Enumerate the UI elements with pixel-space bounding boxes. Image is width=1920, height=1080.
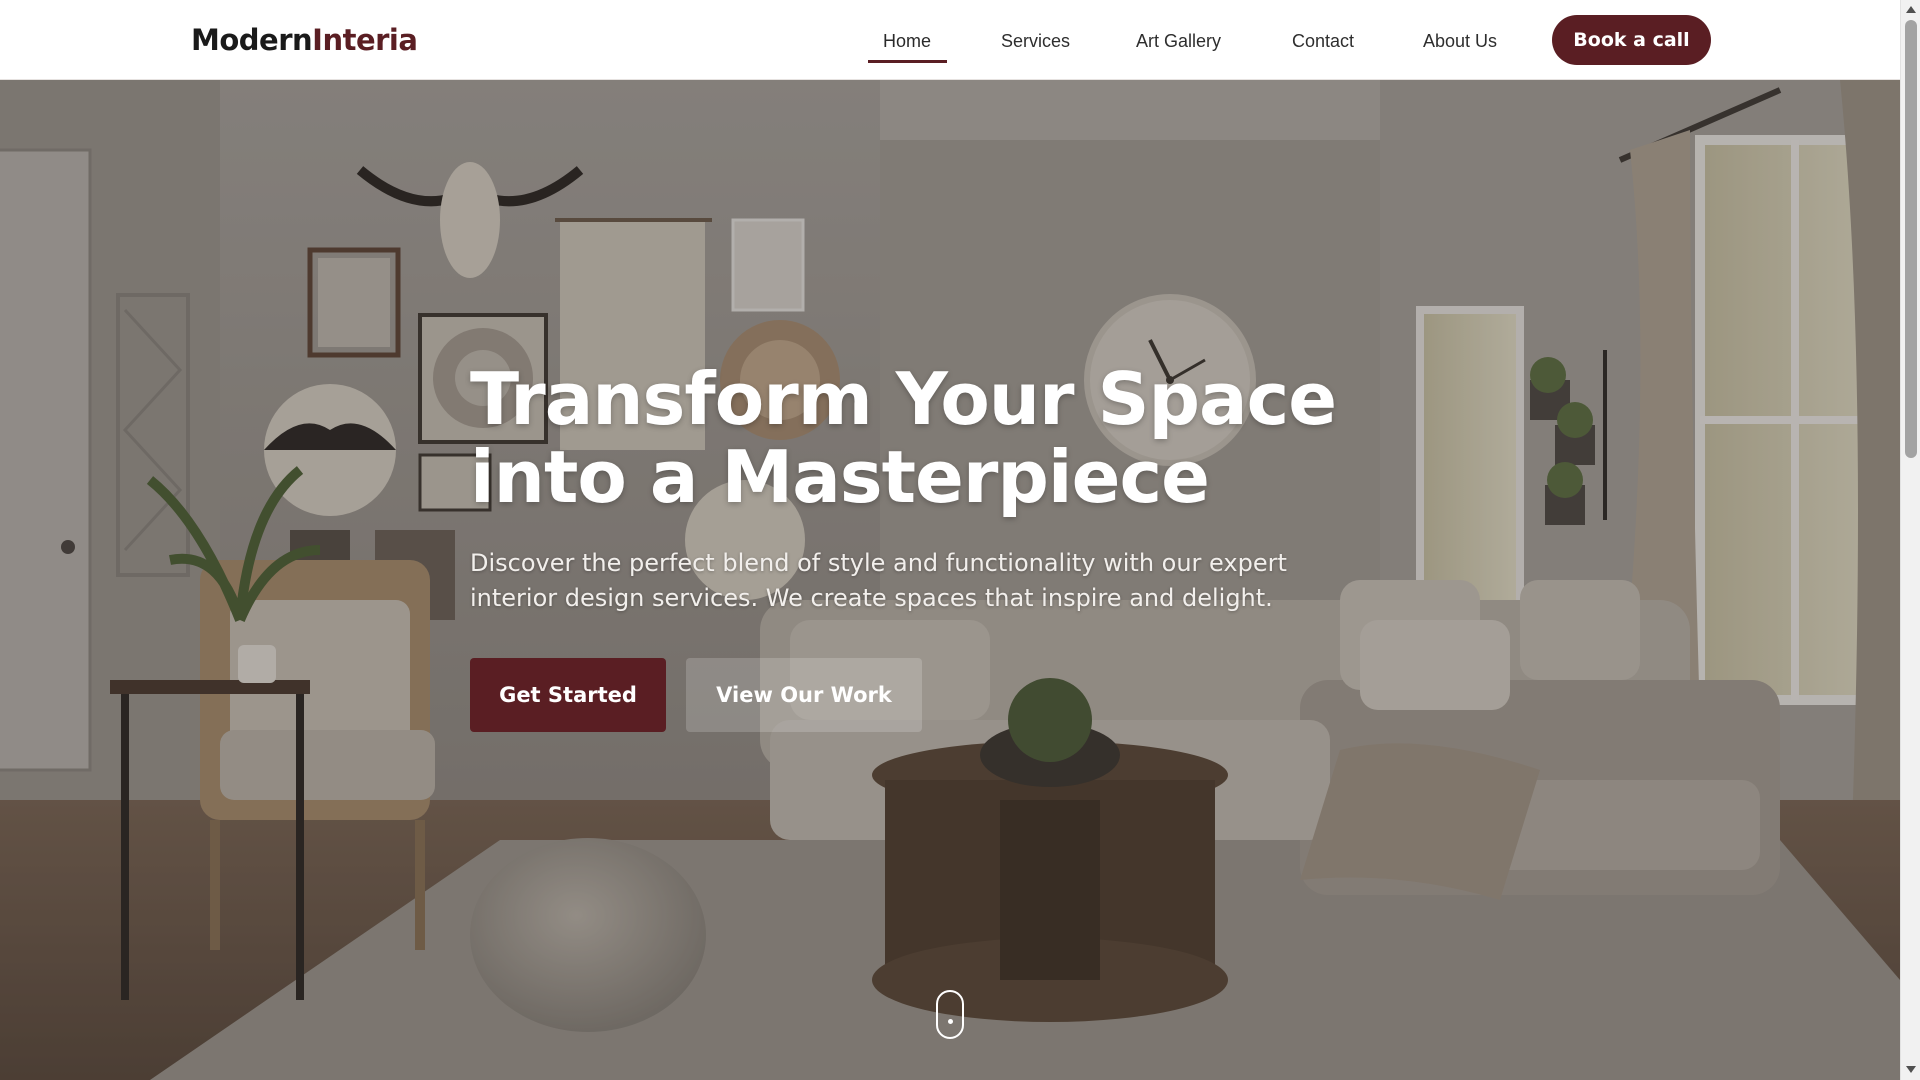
nav-item-home[interactable]: Home <box>883 28 931 54</box>
scroll-up-arrow-icon[interactable] <box>1906 6 1916 13</box>
scroll-wheel-dot <box>948 1019 953 1024</box>
get-started-button[interactable]: Get Started <box>470 658 666 732</box>
top-navbar: ModernInteria Home Services Art Gallery … <box>0 0 1900 80</box>
nav-item-art-gallery[interactable]: Art Gallery <box>1136 28 1221 54</box>
hero-section: Transform Your Space into a Masterpiece … <box>0 80 1900 1080</box>
hero-actions: Get Started View Our Work <box>470 658 1430 732</box>
scroll-down-arrow-icon[interactable] <box>1906 1066 1916 1073</box>
hero-subtitle: Discover the perfect blend of style and … <box>470 549 1287 612</box>
mouse-scroll-icon[interactable] <box>936 990 964 1039</box>
nav-item-contact[interactable]: Contact <box>1292 28 1354 54</box>
book-a-call-button[interactable]: Book a call <box>1552 15 1711 65</box>
page-scrollbar[interactable] <box>1900 0 1920 1080</box>
page: ModernInteria Home Services Art Gallery … <box>0 0 1920 1080</box>
scrollbar-thumb[interactable] <box>1905 20 1917 458</box>
hero-title: Transform Your Space into a Masterpiece <box>470 357 1337 519</box>
active-nav-indicator <box>868 60 947 63</box>
nav-item-about-us[interactable]: About Us <box>1423 28 1497 54</box>
nav-item-services[interactable]: Services <box>1001 28 1070 54</box>
view-our-work-button[interactable]: View Our Work <box>686 658 922 732</box>
hero-content: Transform Your Space into a Masterpiece … <box>470 360 1430 732</box>
